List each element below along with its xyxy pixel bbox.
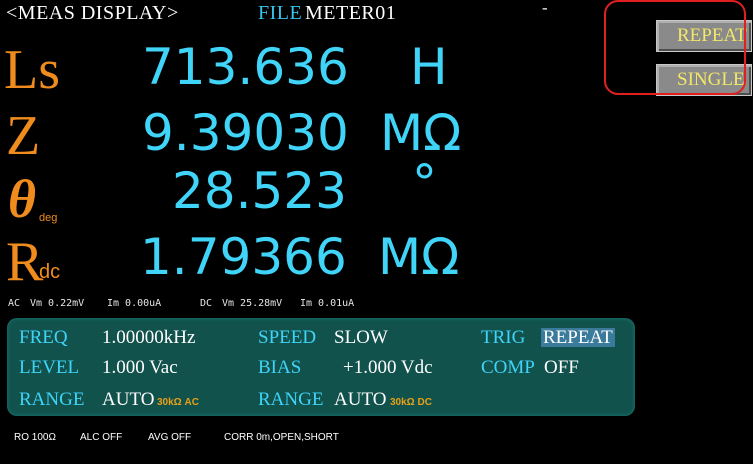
- range-dc-value[interactable]: AUTO: [334, 390, 386, 409]
- level-label: LEVEL: [19, 357, 80, 378]
- bias-value[interactable]: +1.000 Vdc: [343, 358, 433, 377]
- param-label-theta: θ: [8, 169, 37, 229]
- monitor-dc-im: Im 0.01uA: [300, 298, 355, 309]
- value-z: 9.39030: [142, 104, 349, 162]
- speed-value[interactable]: SLOW: [334, 328, 388, 347]
- param-label-ls: Ls: [4, 39, 60, 101]
- measurement-display: <MEAS DISPLAY> FILE METER01 - Ls 713.636…: [0, 0, 650, 464]
- unit-ls: H: [410, 38, 448, 96]
- unit-z: MΩ: [380, 104, 462, 162]
- monitor-dc-vm: Vm 25.28mV: [222, 298, 283, 309]
- freq-label: FREQ: [19, 327, 68, 348]
- monitor-ac-vm: Vm 0.22mV: [30, 298, 85, 309]
- range-ac-label: RANGE: [19, 389, 85, 410]
- instrument-screen: <MEAS DISPLAY> FILE METER01 - Ls 713.636…: [0, 0, 753, 464]
- value-rdc: 1.79366: [140, 228, 347, 286]
- level-value[interactable]: 1.000 Vac: [102, 358, 178, 377]
- range-dc-label: RANGE: [258, 389, 324, 410]
- value-ls: 713.636: [142, 38, 349, 96]
- monitor-ac-label: AC: [8, 298, 21, 309]
- settings-panel: FREQ 1.00000kHz SPEED SLOW TRIG REPEAT L…: [7, 318, 635, 416]
- comp-value[interactable]: OFF: [544, 358, 579, 377]
- footer-avg: AVG OFF: [148, 432, 192, 443]
- trig-label: TRIG: [481, 327, 526, 348]
- footer-alc: ALC OFF: [80, 432, 123, 443]
- file-label: FILE: [258, 2, 303, 24]
- unit-rdc: MΩ: [378, 228, 460, 286]
- footer-ro: RO 100Ω: [14, 432, 56, 443]
- single-softkey-button[interactable]: SINGLE: [656, 64, 752, 96]
- footer-corr: CORR 0m,OPEN,SHORT: [224, 432, 339, 443]
- screen-title: <MEAS DISPLAY>: [6, 2, 179, 24]
- bias-label: BIAS: [258, 357, 302, 378]
- status-indicator: -: [540, 0, 550, 18]
- monitor-ac-im: Im 0.00uA: [107, 298, 162, 309]
- unit-theta: °: [412, 154, 437, 212]
- trig-value[interactable]: REPEAT: [541, 328, 615, 347]
- file-name: METER01: [305, 2, 397, 24]
- range-dc-detail: 30kΩ DC: [390, 397, 432, 408]
- param-label-z: Z: [6, 105, 41, 167]
- param-sub-theta: deg: [39, 212, 58, 224]
- range-ac-value[interactable]: AUTO: [102, 390, 154, 409]
- param-label-r: R: [6, 231, 44, 293]
- range-ac-detail: 30kΩ AC: [157, 397, 199, 408]
- param-sub-dc: dc: [39, 261, 61, 283]
- value-theta: 28.523: [172, 162, 347, 220]
- freq-value[interactable]: 1.00000kHz: [102, 328, 195, 347]
- repeat-softkey-button[interactable]: REPEAT: [656, 20, 752, 52]
- comp-label: COMP: [481, 357, 535, 378]
- speed-label: SPEED: [258, 327, 317, 348]
- monitor-dc-label: DC: [200, 298, 213, 309]
